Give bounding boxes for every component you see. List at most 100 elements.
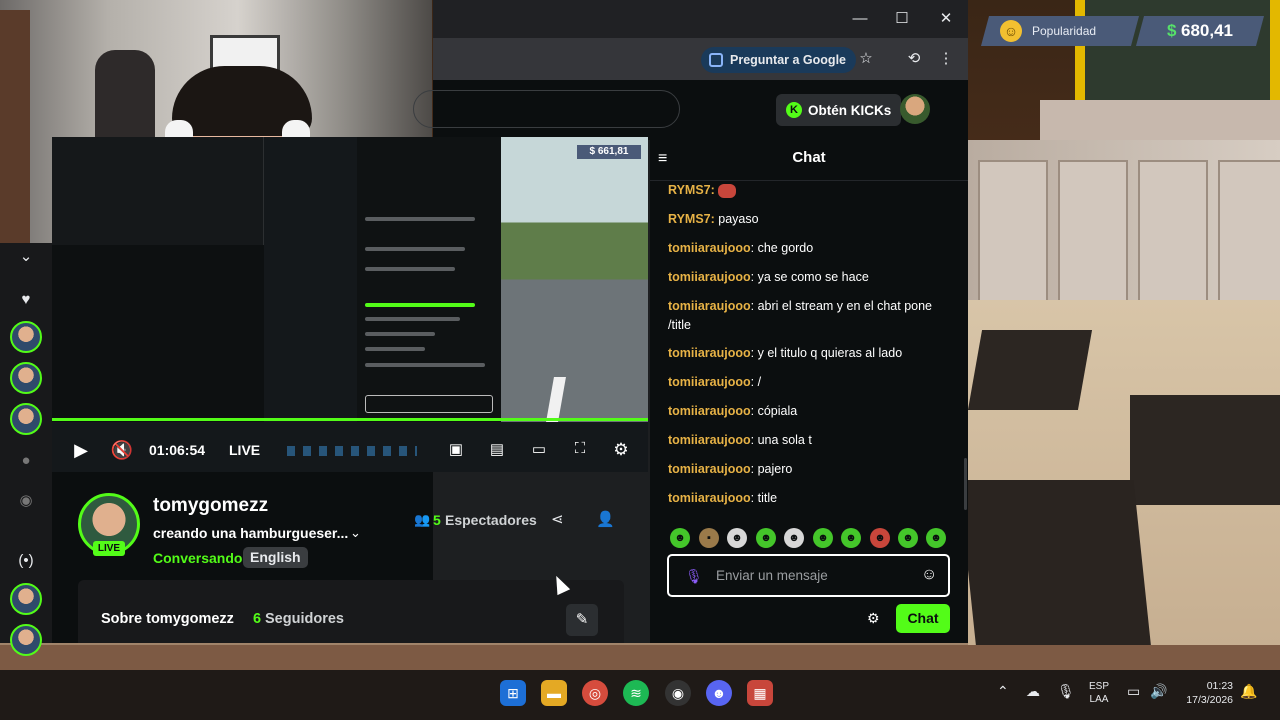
system-clock[interactable]: 01:23 17/3/2026 [1178,679,1233,707]
stream-category[interactable]: Conversando [153,550,242,566]
cabinet-door [1058,160,1128,310]
chat-username[interactable]: tomiiaraujooo [668,375,751,389]
chat-message: tomiiaraujooo: / [668,373,958,392]
bookmark-star-icon[interactable]: ☆ [856,49,876,69]
chat-send-button[interactable]: Chat [896,604,950,633]
chat-scrollbar[interactable] [964,458,967,510]
maximize-button[interactable]: ☐ [890,8,914,30]
emote-icon[interactable]: ☻ [784,528,804,548]
chat-settings-gear-icon[interactable]: ⚙ [867,610,880,627]
chat-message-input[interactable]: 🎙 Enviar un mensaje ☺ [667,554,950,597]
mute-icon[interactable]: 🔇 [108,440,136,461]
streamer-name[interactable]: tomygomezz [153,495,268,517]
edit-pencil-icon[interactable]: ✎ [566,604,598,636]
volume-icon[interactable]: 🔊 [1150,683,1167,700]
video-nested-stream-info [52,245,264,422]
emote-icon[interactable]: ▪ [699,528,719,548]
chat-text: una sola t [757,433,812,447]
pip-icon[interactable]: ▣ [442,440,470,458]
theater-mode-icon[interactable]: ▭ [525,440,553,458]
close-window-button[interactable]: ✕ [934,8,958,30]
chat-username[interactable]: tomiiaraujooo [668,404,751,418]
chat-username[interactable]: tomiiaraujooo [668,462,751,476]
chat-username[interactable]: RYMS7 [668,183,711,197]
settings-gear-icon[interactable]: ⚙ [607,440,635,460]
lens-icon [709,53,723,67]
user-avatar[interactable] [900,94,930,124]
chat-username[interactable]: tomiiaraujooo [668,433,751,447]
browser-menu-icon[interactable]: ⋮ [936,49,956,69]
windows-start-icon[interactable]: ⊞ [500,680,526,706]
chat-username[interactable]: tomiiaraujooo [668,299,751,313]
chrome-icon[interactable]: ◎ [582,680,608,706]
emote-icon[interactable]: ☻ [727,528,747,548]
play-icon[interactable]: ▶ [67,440,95,461]
spotify-icon[interactable]: ≋ [623,680,649,706]
emote-icon[interactable]: ☻ [870,528,890,548]
onedrive-icon[interactable]: ☁ [1026,683,1040,700]
video-player[interactable]: $ 661,81 ▶ 🔇 01:06:54 LIVE ▣ ▤ ▭ ⛶ ⚙ [52,137,648,472]
keyboard-language[interactable]: ESP LAA [1089,680,1109,706]
microphone-icon[interactable]: 🎙 [685,568,703,585]
windows-taskbar: ⊞ ▬ ◎ ≋ ◉ ☻ ▦ ⌃ ☁ 🎙 ESP LAA ▭ 🔊 01:23 17/3… [0,670,1280,720]
about-card: Sobre tomygomezz 6 Seguidores ✎ [78,580,624,643]
video-chat-line [365,247,465,251]
microphone-tray-icon[interactable]: 🎙 [1057,683,1075,700]
share-icon[interactable]: ⋖ [551,510,564,528]
follow-user-icon[interactable]: 👤 [596,510,615,528]
chat-message: tomiiaraujooo: che gordo [668,239,958,258]
chat-message: tomiiaraujooo: cópiala [668,402,958,421]
broadcast-icon[interactable]: (•) [14,549,38,573]
emote-icon[interactable]: ☻ [756,528,776,548]
notification-bell-icon[interactable]: 🔔 [1240,683,1257,700]
language-tag[interactable]: English [243,547,308,568]
sidebar-channel-icon[interactable]: ● [14,449,38,473]
emote-icon[interactable]: ☻ [898,528,918,548]
browser-titlebar: — ☐ ✕ [433,0,968,38]
sidebar: ⌄ ♥ ● ◉ (•) [0,243,52,656]
video-chat-input [365,395,493,413]
chat-username[interactable]: tomiiaraujooo [668,346,751,360]
sidebar-channel-avatar[interactable] [10,362,42,394]
heart-icon[interactable]: ♥ [14,288,38,312]
emote-icon[interactable]: ☻ [841,528,861,548]
game-app-icon[interactable]: ▦ [747,680,773,706]
video-time: 01:06:54 [149,442,206,458]
clip-icon[interactable]: ▤ [483,440,511,458]
network-icon[interactable]: ▭ [1127,683,1140,700]
game-tray [958,480,1153,660]
video-controls: ▶ 🔇 01:06:54 LIVE ▣ ▤ ▭ ⛶ ⚙ [52,430,648,470]
emoji-picker-icon[interactable]: ☺ [921,566,937,584]
emote-icon[interactable]: ☻ [926,528,946,548]
video-progress-bar[interactable] [52,418,648,421]
chat-username[interactable]: tomiiaraujooo [668,241,751,255]
ask-google-button[interactable]: Preguntar a Google [701,47,856,73]
sidebar-channel-avatar[interactable] [10,583,42,615]
get-kicks-button[interactable]: K Obtén KICKs [776,94,902,126]
chat-username[interactable]: tomiiaraujooo [668,270,751,284]
chevron-up-icon[interactable]: ⌄ [14,245,38,269]
file-explorer-icon[interactable]: ▬ [541,680,567,706]
emote-icon[interactable]: ☻ [670,528,690,548]
obs-icon[interactable]: ◉ [665,680,691,706]
chat-username[interactable]: RYMS7 [668,212,711,226]
fullscreen-icon[interactable]: ⛶ [566,440,594,457]
video-money-display: $ 661,81 [577,145,641,159]
chat-colon: : [750,346,758,360]
chevron-down-icon[interactable]: ⌄ [350,525,361,541]
emote-icon [718,183,737,198]
sidebar-channel-avatar[interactable] [10,321,42,353]
emote-icon[interactable]: ☻ [813,528,833,548]
sidebar-channel-avatar[interactable] [10,624,42,656]
search-input[interactable] [413,90,680,128]
extensions-icon[interactable]: ⟲ [904,49,924,69]
minimize-button[interactable]: — [848,8,872,30]
sidebar-channel-icon[interactable]: ◉ [14,489,38,513]
sidebar-channel-avatar[interactable] [10,403,42,435]
chat-username[interactable]: tomiiaraujooo [668,491,751,505]
discord-icon[interactable]: ☻ [706,680,732,706]
chat-message: tomiiaraujooo: y el titulo q quieras al … [668,344,958,363]
chevron-up-icon[interactable]: ⌃ [997,683,1009,700]
followers-count: 6 [253,611,262,627]
browser-toolbar: Preguntar a Google ☆ ⟲ ⋮ [433,38,968,80]
